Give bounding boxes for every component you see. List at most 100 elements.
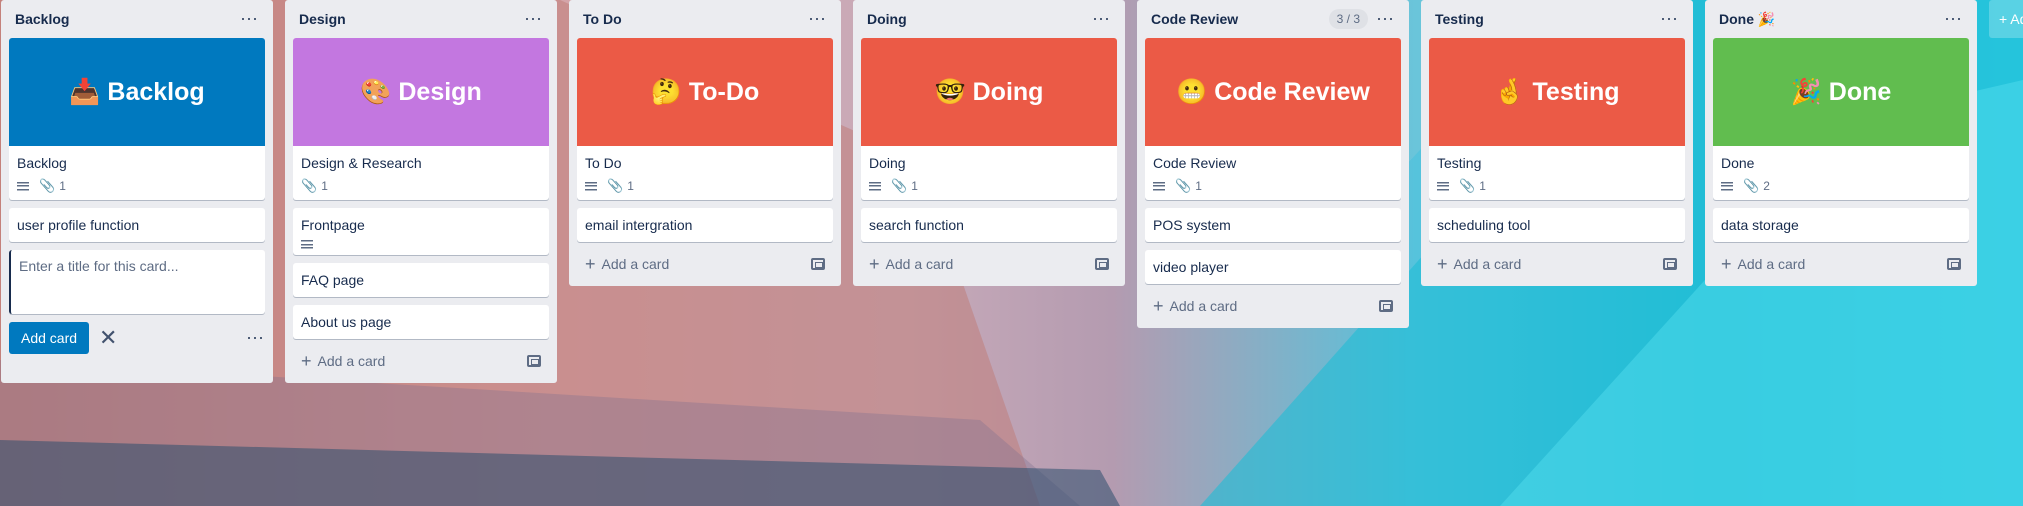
card-title: Done <box>1721 155 1755 171</box>
card-cover: 🎉 Done <box>1713 38 1969 146</box>
list-title[interactable]: Backlog <box>15 11 69 27</box>
cover-emoji: 🎨 <box>360 77 392 106</box>
attachment-icon: 📎 <box>607 178 624 193</box>
card-title: To Do <box>585 155 622 171</box>
attachment-icon: 📎 <box>1459 178 1476 193</box>
composer-menu-icon[interactable]: ⋯ <box>246 329 265 347</box>
attachment-count: 1 <box>1195 179 1202 193</box>
cover-text: Testing <box>1532 77 1620 106</box>
card[interactable]: scheduling tool <box>1429 208 1685 242</box>
card-title: About us page <box>301 314 392 330</box>
list-menu-icon[interactable]: ⋯ <box>1376 10 1395 28</box>
list-menu-icon[interactable]: ⋯ <box>1660 10 1679 28</box>
card-cover: 😬 Code Review <box>1145 38 1401 146</box>
card-title: data storage <box>1721 217 1799 233</box>
cover-emoji: 😬 <box>1176 77 1208 106</box>
add-card-label: Add a card <box>885 256 954 272</box>
template-icon[interactable] <box>1095 258 1109 270</box>
card-title-input[interactable]: Enter a title for this card... <box>9 250 265 314</box>
attachment-icon: 📎 <box>301 178 318 193</box>
card[interactable]: About us page <box>293 305 549 339</box>
card[interactable]: 📥 Backlog Backlog 📎 1 <box>9 38 265 200</box>
attachment-icon: 📎 <box>891 178 908 193</box>
attachment-count: 2 <box>1763 179 1770 193</box>
card[interactable]: search function <box>861 208 1117 242</box>
card[interactable]: FAQ page <box>293 263 549 297</box>
list-title[interactable]: Done 🎉 <box>1719 11 1775 28</box>
card-cover: 📥 Backlog <box>9 38 265 146</box>
card-cover: 🤔 To-Do <box>577 38 833 146</box>
card[interactable]: video player <box>1145 250 1401 284</box>
list-title[interactable]: To Do <box>583 11 622 27</box>
close-icon[interactable]: ✕ <box>99 325 117 351</box>
board: Backlog ⋯ 📥 Backlog Backlog 📎 1 user prof… <box>0 0 2023 383</box>
attachment-count: 1 <box>59 179 66 193</box>
card-title: user profile function <box>17 217 140 233</box>
list-menu-icon[interactable]: ⋯ <box>524 10 543 28</box>
list-menu-icon[interactable]: ⋯ <box>1944 10 1963 28</box>
attachment-count: 1 <box>321 179 328 193</box>
card-title: email intergration <box>585 217 693 233</box>
card-title: POS system <box>1153 217 1231 233</box>
card-title: Doing <box>869 155 906 171</box>
card[interactable]: data storage <box>1713 208 1969 242</box>
list-menu-icon[interactable]: ⋯ <box>808 10 827 28</box>
cover-emoji: 📥 <box>69 77 101 106</box>
attachment-count: 1 <box>627 179 634 193</box>
wip-limit-badge: 3 / 3 <box>1328 9 1368 29</box>
card[interactable]: Frontpage <box>293 208 549 255</box>
card[interactable]: 🤞 Testing Testing 📎 1 <box>1429 38 1685 200</box>
list-menu-icon[interactable]: ⋯ <box>1092 10 1111 28</box>
list-design: Design ⋯ 🎨 Design Design & Research 📎 1 F… <box>285 0 557 383</box>
card[interactable]: POS system <box>1145 208 1401 242</box>
cover-text: Code Review <box>1214 77 1370 106</box>
add-card-button[interactable]: + Add a card <box>577 250 833 278</box>
list-menu-icon[interactable]: ⋯ <box>240 10 259 28</box>
plus-icon: + <box>1437 254 1448 274</box>
card[interactable]: 🤔 To-Do To Do 📎 1 <box>577 38 833 200</box>
cover-emoji: 🤞 <box>1494 77 1526 106</box>
add-card-button[interactable]: + Add a card <box>1145 292 1401 320</box>
add-card-label: Add a card <box>601 256 670 272</box>
description-icon <box>301 240 313 249</box>
card[interactable]: 🎉 Done Done 📎 2 <box>1713 38 1969 200</box>
cover-emoji: 🤔 <box>650 77 682 106</box>
add-card-button[interactable]: + Add a card <box>293 347 549 375</box>
template-icon[interactable] <box>1947 258 1961 270</box>
card[interactable]: 🎨 Design Design & Research 📎 1 <box>293 38 549 200</box>
card[interactable]: 😬 Code Review Code Review 📎 1 <box>1145 38 1401 200</box>
plus-icon: + <box>869 254 880 274</box>
card-title: search function <box>869 217 964 233</box>
list-done: Done 🎉 ⋯ 🎉 Done Done 📎 2 data storage + Ad… <box>1705 0 1977 286</box>
description-icon <box>1721 181 1733 191</box>
card-title: scheduling tool <box>1437 217 1531 233</box>
add-card-button[interactable]: + Add a card <box>1713 250 1969 278</box>
card[interactable]: email intergration <box>577 208 833 242</box>
description-icon <box>869 181 881 191</box>
template-icon[interactable] <box>1663 258 1677 270</box>
list-title[interactable]: Testing <box>1435 11 1484 27</box>
cover-text: To-Do <box>688 77 760 106</box>
add-card-button[interactable]: + Add a card <box>1429 250 1685 278</box>
list-title[interactable]: Design <box>299 11 346 27</box>
add-card-button[interactable]: Add card <box>9 322 90 354</box>
cover-emoji: 🎉 <box>1790 77 1822 106</box>
template-icon[interactable] <box>1379 300 1393 312</box>
card-title: video player <box>1153 259 1229 275</box>
plus-icon: + <box>1153 296 1164 316</box>
card[interactable]: 🤓 Doing Doing 📎 1 <box>861 38 1117 200</box>
template-icon[interactable] <box>527 355 541 367</box>
add-card-button[interactable]: + Add a card <box>861 250 1117 278</box>
template-icon[interactable] <box>811 258 825 270</box>
card[interactable]: user profile function <box>9 208 265 242</box>
list-code-review: Code Review 3 / 3 ⋯ 😬 Code Review Code R… <box>1137 0 1409 328</box>
plus-icon: + <box>1721 254 1732 274</box>
attachment-icon: 📎 <box>39 178 56 193</box>
add-list-button[interactable]: + Add <box>1989 0 2023 38</box>
list-title[interactable]: Code Review <box>1151 11 1238 27</box>
cover-text: Backlog <box>107 77 205 106</box>
list-title[interactable]: Doing <box>867 11 907 27</box>
attachment-icon: 📎 <box>1743 178 1760 193</box>
attachment-icon: 📎 <box>1175 178 1192 193</box>
add-card-label: Add a card <box>317 353 386 369</box>
